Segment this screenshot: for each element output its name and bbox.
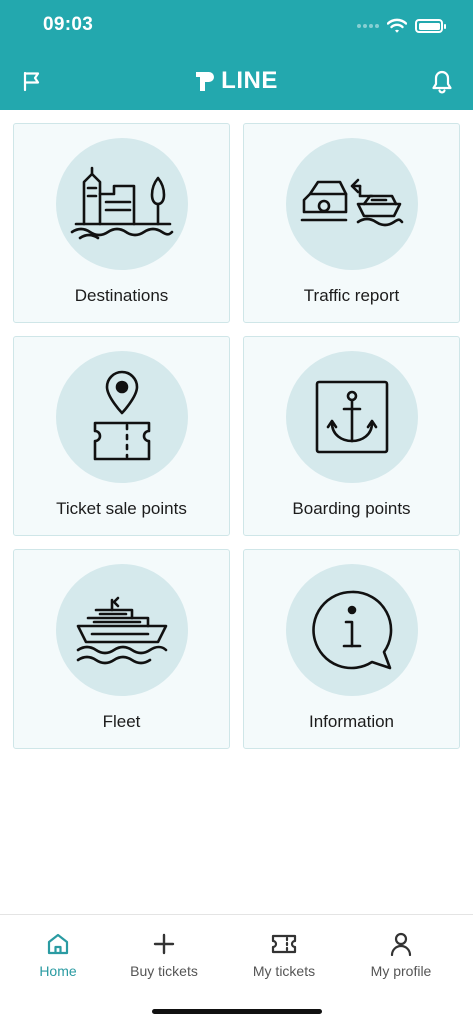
tab-label: My tickets [252, 963, 316, 979]
wifi-icon [387, 18, 407, 33]
traffic-report-icon [300, 178, 404, 227]
tile-traffic-report[interactable]: Traffic report [243, 123, 460, 323]
logo-mark-icon [196, 72, 215, 91]
signal-icon [357, 23, 379, 29]
tile-icon-circle [286, 138, 418, 270]
tile-label: Information [308, 712, 395, 731]
bell-icon [432, 70, 452, 94]
ship-icon [76, 596, 168, 665]
plus-icon [153, 933, 175, 955]
status-time: 09:03 [43, 14, 94, 35]
tab-my-profile[interactable]: My profile [346, 931, 456, 979]
screen: 09:03 LINE Destinations Traffic report T… [0, 0, 473, 1024]
tile-fleet[interactable]: Fleet [13, 549, 230, 749]
logo-text: LINE [221, 67, 278, 94]
tile-label: Fleet [102, 712, 141, 731]
tile-boarding-points[interactable]: Boarding points [243, 336, 460, 536]
status-icons [357, 16, 446, 36]
info-icon [312, 590, 393, 670]
home-icon [47, 933, 69, 955]
tab-label: Buy tickets [130, 963, 198, 979]
tile-icon-circle [286, 351, 418, 483]
tile-label: Destinations [74, 286, 169, 305]
tile-label: Traffic report [303, 286, 400, 305]
menu-grid: Destinations Traffic report Ticket sale … [13, 123, 460, 749]
tab-buy-tickets[interactable]: Buy tickets [109, 931, 219, 979]
tile-label: Boarding points [292, 499, 411, 518]
app-header: 09:03 LINE [0, 0, 473, 110]
ticket-icon [271, 934, 297, 954]
battery-icon [415, 19, 446, 33]
app-logo: LINE [0, 66, 473, 96]
tile-destinations[interactable]: Destinations [13, 123, 230, 323]
tab-my-tickets[interactable]: My tickets [229, 931, 339, 979]
tile-icon-circle [56, 564, 188, 696]
tab-home[interactable]: Home [3, 931, 113, 979]
tile-label: Ticket sale points [56, 499, 187, 518]
tile-information[interactable]: Information [243, 549, 460, 749]
destinations-icon [70, 166, 174, 240]
tile-icon-circle [286, 564, 418, 696]
tile-ticket-sale-points[interactable]: Ticket sale points [13, 336, 230, 536]
tab-label: Home [39, 963, 77, 979]
notifications-button[interactable] [429, 68, 455, 96]
anchor-icon [315, 380, 389, 454]
tile-icon-circle [56, 351, 188, 483]
person-icon [390, 932, 412, 956]
ticket-sale-points-icon [93, 370, 151, 461]
tab-label: My profile [370, 963, 432, 979]
tile-icon-circle [56, 138, 188, 270]
tab-bar: Home Buy tickets My tickets My profile [0, 914, 473, 1024]
home-indicator[interactable] [152, 1009, 322, 1014]
